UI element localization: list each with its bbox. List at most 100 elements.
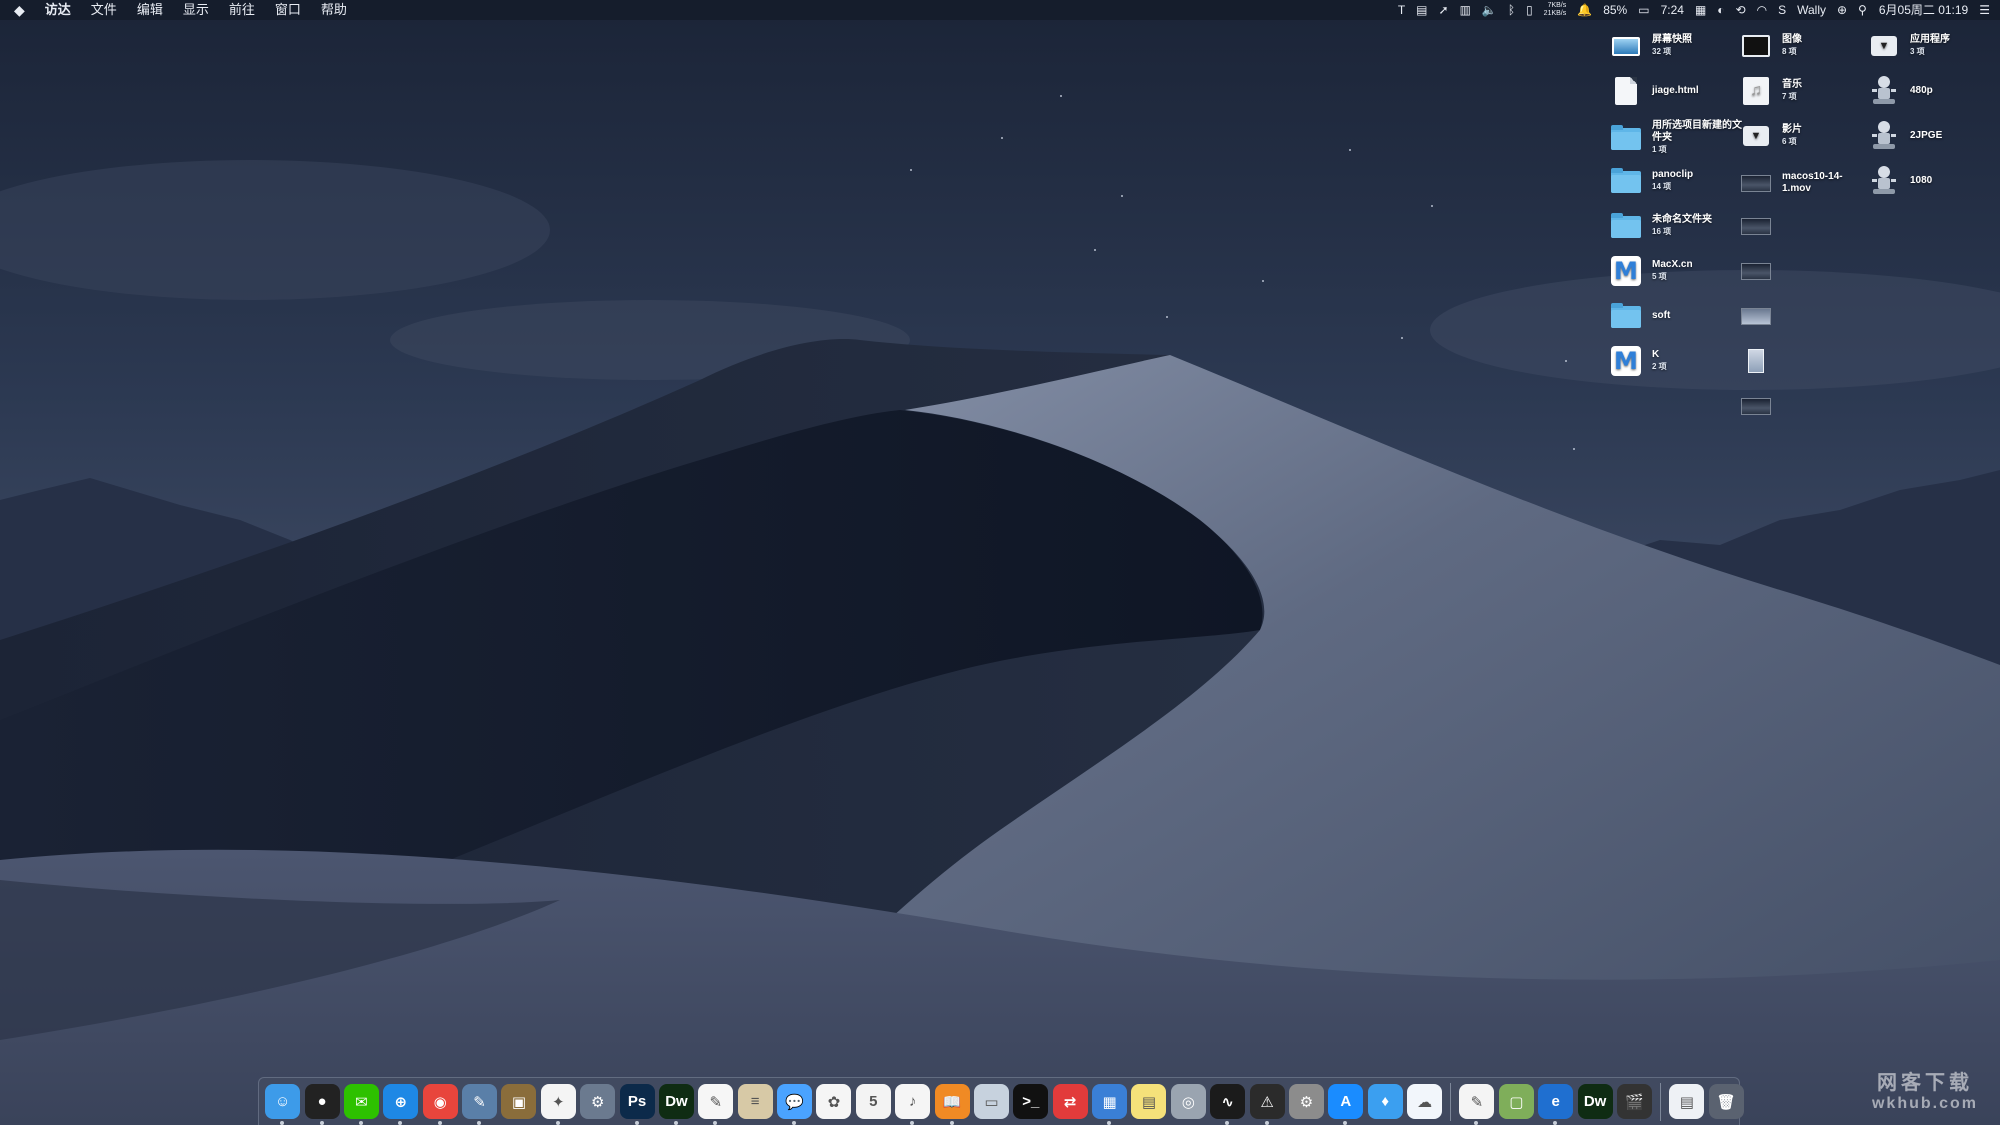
desktop-item-jiage[interactable]: jiage.html [1610,73,1699,109]
desktop-item-k[interactable]: M K 2 项 [1610,343,1667,379]
apple-menu-icon[interactable]: ◆ [14,0,25,20]
final-cut-icon[interactable]: 🎬 [1616,1084,1652,1119]
terminal-icon[interactable]: >_ [1013,1084,1049,1119]
desktop-item-480p[interactable]: 480p [1868,73,1933,109]
image-thumbnail-icon [1740,345,1772,377]
time-machine-icon[interactable]: ⟲ [1736,0,1746,20]
archive-utility-icon[interactable]: ▣ [501,1084,537,1119]
desktop-item-mov[interactable]: macos10-14-1.mov [1740,163,1868,203]
app-s-icon[interactable]: S [1778,0,1786,20]
downloads-stack-icon[interactable]: ▤ [1669,1084,1705,1119]
dreamweaver-doc-icon[interactable]: Dw [1577,1084,1613,1119]
desktop-item-applications[interactable]: ▼ 应用程序 3 项 [1868,28,1950,64]
console-icon[interactable]: ⚠ [1249,1084,1285,1125]
baidu-netdisk-icon[interactable]: ☁ [1407,1084,1443,1119]
wifi-icon[interactable]: ◠ [1757,0,1767,20]
green-doc-icon[interactable]: ▢ [1498,1084,1534,1119]
volume-icon[interactable]: 🔈 [1482,0,1497,20]
finder-icon[interactable]: ☺ [265,1084,301,1125]
menu-window[interactable]: 窗口 [275,0,301,20]
battery-icon[interactable]: ▭ [1638,0,1649,20]
messages-icon[interactable]: 💬 [777,1084,813,1125]
menu-file[interactable]: 文件 [91,0,117,20]
running-indicator [437,1121,442,1125]
menu-go[interactable]: 前往 [229,0,255,20]
running-indicator [949,1121,954,1125]
desktop-item-macx[interactable]: M MacX.cn 5 项 [1610,253,1693,289]
bluetooth-icon[interactable]: ᛒ [1508,0,1515,20]
edge-browser-icon[interactable]: e [1538,1084,1574,1125]
books-icon[interactable]: 📖 [934,1084,970,1125]
display-icon[interactable]: ▦ [1695,0,1706,20]
trash-icon[interactable]: 🗑 [1708,1084,1744,1119]
keyboard-layout-icon[interactable]: ▤ [1416,0,1427,20]
wechat-icon[interactable]: ✉ [343,1084,379,1125]
menu-app-name[interactable]: 访达 [45,0,71,20]
automator-icon[interactable]: ⚙ [580,1084,616,1119]
desktop-item-image-thumbnail[interactable] [1740,208,1772,244]
desktop-item-1080[interactable]: 1080 [1868,163,1932,199]
menu-view[interactable]: 显示 [183,0,209,20]
battery-percent[interactable]: 85% [1603,0,1627,20]
desktop-item-music[interactable]: ♫ 音乐 7 项 [1740,73,1802,109]
network-speed[interactable]: 7KB/s 21KB/s [1544,2,1567,18]
activity-monitor-icon[interactable]: ∿ [1210,1084,1246,1125]
net-down: 21KB/s [1543,10,1567,17]
notes-pad-icon[interactable]: ≡ [737,1084,773,1119]
running-indicator [1553,1121,1558,1125]
pinwheel-app-icon[interactable]: ✦ [540,1084,576,1125]
preview-editor-icon[interactable]: ✎ [462,1084,498,1125]
image-capture-icon[interactable]: ▭ [973,1084,1009,1119]
user-name[interactable]: Wally [1797,0,1826,20]
safari-icon[interactable]: ⊕ [383,1084,419,1125]
html-file-icon [1610,75,1642,107]
app-store-icon[interactable]: A [1328,1084,1364,1125]
notification-center-icon[interactable]: ☰ [1979,0,1990,20]
photoshop-icon[interactable]: Ps [619,1084,655,1125]
menu-help[interactable]: 帮助 [321,0,347,20]
running-indicator [477,1121,482,1125]
desktop-item-soft[interactable]: soft [1610,298,1670,334]
pages-doc-icon[interactable]: ✎ [1459,1084,1495,1125]
notification-bell-icon[interactable]: 🔔 [1577,0,1592,20]
text-input-icon[interactable]: T [1398,0,1405,20]
desktop-item-movies[interactable]: ▼ 影片 6 项 [1740,118,1802,154]
desktop-item-image-thumbnail[interactable] [1740,388,1772,424]
desktop-item-name: jiage.html [1652,85,1699,96]
remote-desktop-icon[interactable]: ▦ [1092,1084,1128,1125]
desktop-item-count: 6 项 [1782,137,1797,146]
qq-icon[interactable]: ● [304,1084,340,1125]
desktop-item-image-thumbnail[interactable] [1740,253,1772,289]
watermark: 网客下载 wkhub.com [1872,1066,1978,1113]
stickies-icon[interactable]: ▤ [1131,1084,1167,1119]
battery-small-icon[interactable]: ▯ [1526,0,1533,20]
menu-edit[interactable]: 编辑 [137,0,163,20]
desktop-item-new-folder-with-selection[interactable]: 用所选项目新建的文件夹 1 项 [1610,118,1742,158]
airport-send-icon[interactable]: ➚ [1439,0,1449,20]
disk-utility-icon[interactable]: ◎ [1170,1084,1206,1119]
tweetbot-icon[interactable]: ♦ [1367,1084,1403,1119]
running-indicator [713,1121,718,1125]
desktop-item-screenshots[interactable]: 屏幕快照 32 项 [1610,28,1692,64]
itunes-icon[interactable]: ♪ [895,1084,931,1125]
chrome-icon[interactable]: ◉ [422,1084,458,1125]
dreamweaver-icon[interactable]: Dw [658,1084,694,1125]
menu-clock[interactable]: 6月05周二 01:19 [1879,0,1968,20]
textedit-icon[interactable]: ✎ [698,1084,734,1125]
screen-sharing-icon[interactable]: ⇄ [1052,1084,1088,1119]
spotlight-search-icon[interactable]: ⚲ [1858,0,1867,20]
photos-icon[interactable]: ✿ [816,1084,852,1119]
desktop-item-untitled-folder[interactable]: 未命名文件夹 16 项 [1610,208,1712,244]
desktop-item-panoclip[interactable]: panoclip 14 项 [1610,163,1693,199]
clipboard-icon[interactable]: ▥ [1460,0,1471,20]
small-time[interactable]: 7:24 [1661,0,1684,20]
input-method-icon[interactable]: ⊕ [1837,0,1847,20]
toggle-icon[interactable]: ◐ [1717,0,1724,20]
desktop-item-2jpge[interactable]: 2JPGE [1868,118,1942,154]
desktop-item-image-thumbnail[interactable] [1740,343,1772,379]
system-preferences-icon[interactable]: ⚙ [1288,1084,1324,1119]
disk-image-icon: ▼ [1868,30,1900,62]
desktop-item-images[interactable]: 图像 8 项 [1740,28,1802,64]
calendar-icon[interactable]: 5 [855,1084,891,1119]
desktop-item-image-thumbnail[interactable] [1740,298,1772,334]
